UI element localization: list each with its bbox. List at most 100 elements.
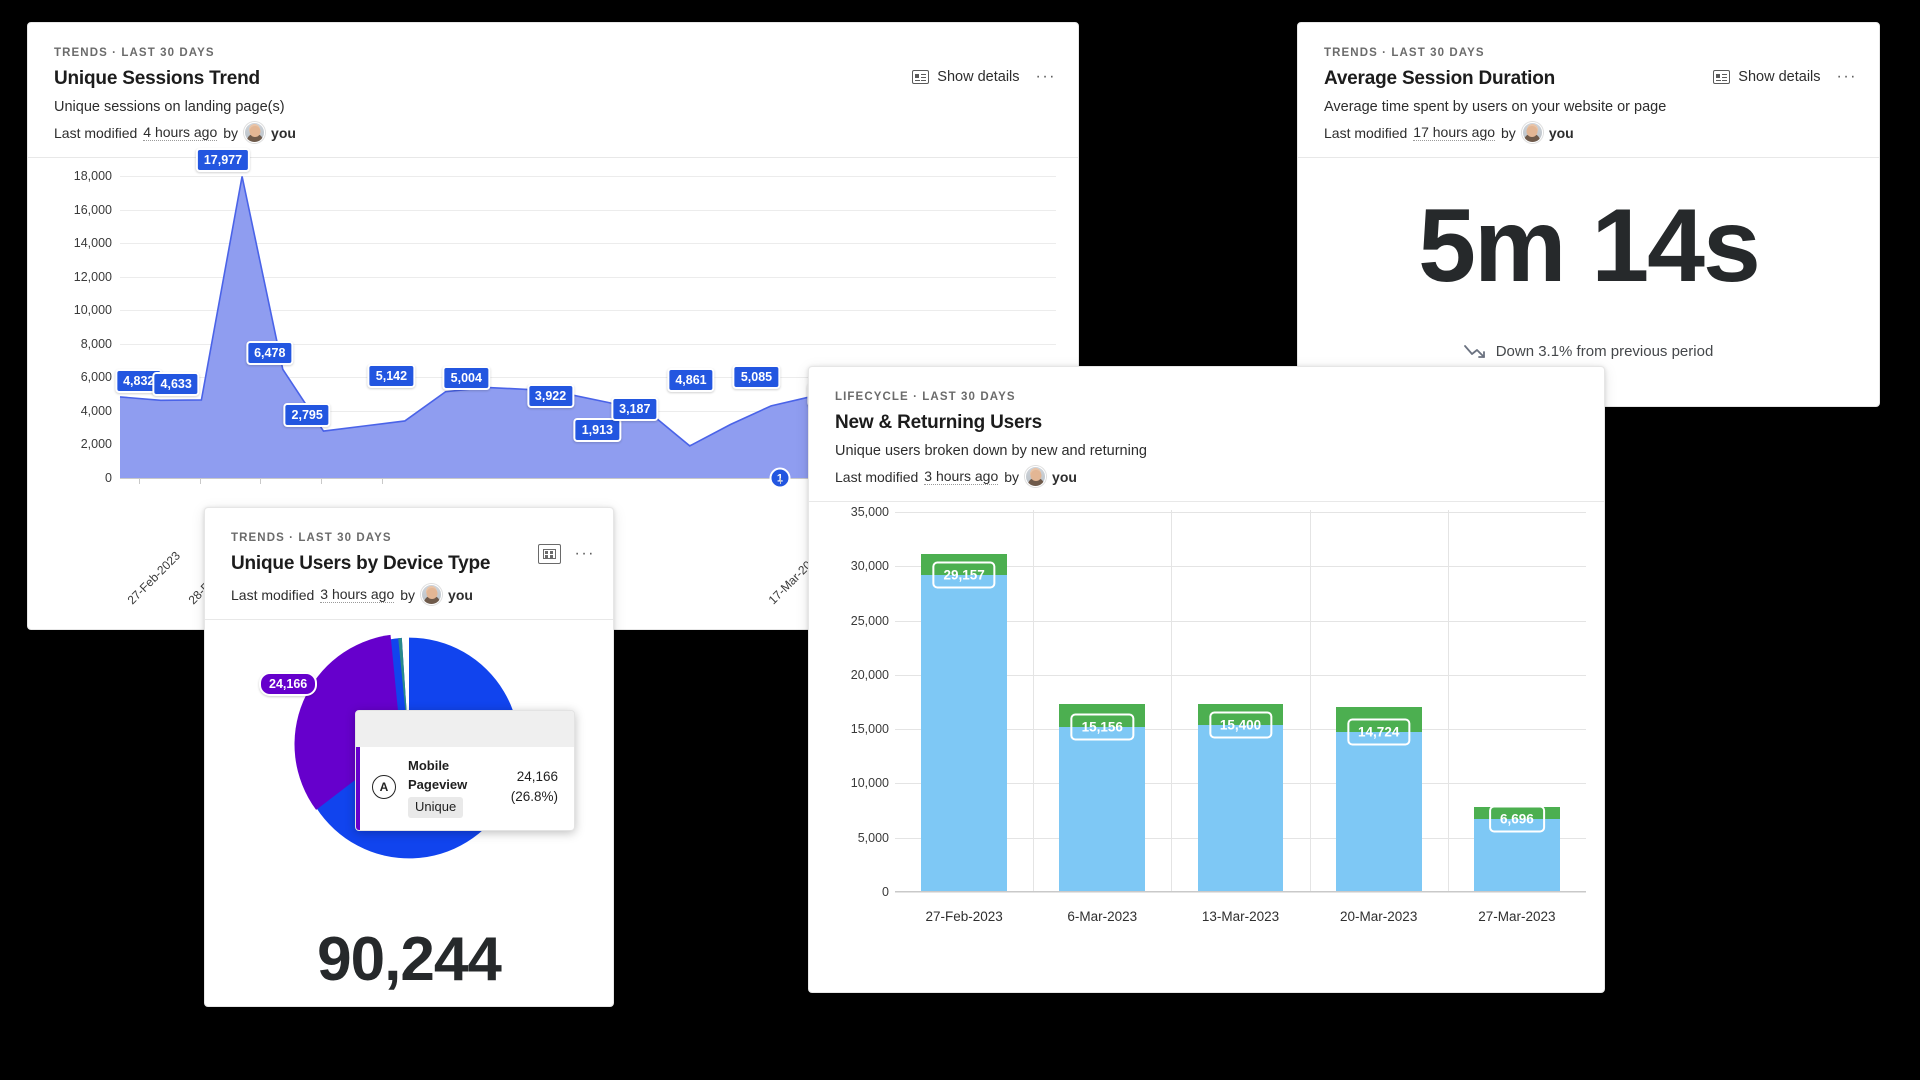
bar-data-label: 29,157 — [932, 561, 996, 589]
gridline — [895, 512, 1586, 513]
x-axis-tickmark — [382, 478, 384, 484]
x-axis-tickmark — [199, 478, 201, 484]
data-point-label: 6,478 — [246, 341, 294, 366]
card-header: TRENDS · LAST 30 DAYS Unique Sessions Tr… — [28, 23, 1078, 157]
bar-data-label: 6,696 — [1488, 805, 1545, 833]
trend-indicator: Down 3.1% from previous period — [1463, 343, 1714, 361]
show-details-button[interactable]: Show details — [1713, 69, 1821, 85]
x-axis-tick: 27-Feb-2023 — [925, 909, 1003, 924]
card-header-actions: Show details ··· — [1713, 69, 1857, 85]
card-new-and-returning-users[interactable]: LIFECYCLE · LAST 30 DAYS New & Returning… — [808, 366, 1605, 993]
data-point-label: 5,142 — [367, 363, 416, 388]
x-axis-tick: 20-Mar-2023 — [1340, 909, 1418, 924]
y-axis-tick: 30,000 — [850, 559, 889, 574]
new-returning-bar-chart[interactable]: 0 5,000 10,000 15,000 20,000 25,000 30,000 35,0… — [809, 502, 1604, 932]
x-axis-tick: 27-Mar-2023 — [1478, 909, 1556, 924]
tooltip-chip: Unique — [408, 796, 464, 818]
modified-user: you — [1548, 124, 1574, 141]
tooltip-header — [356, 711, 574, 747]
device-total-value: 90,244 — [317, 925, 502, 994]
avatar — [1521, 122, 1543, 143]
avatar — [421, 584, 443, 605]
modified-time: 4 hours ago — [143, 124, 218, 141]
card-header: LIFECYCLE · LAST 30 DAYS New & Returning… — [809, 367, 1604, 501]
bar-data-label: 15,400 — [1208, 711, 1273, 739]
bar-stack[interactable] — [921, 553, 1007, 892]
modified-user: you — [271, 124, 296, 141]
snapshot-image-icon[interactable] — [537, 544, 561, 564]
bar-segment-returning[interactable] — [1335, 732, 1422, 892]
last-modified: Last modified 3 hours ago by you — [835, 466, 1578, 487]
card-header: TRENDS · LAST 30 DAYS Unique Users by De… — [205, 508, 613, 619]
more-options-icon[interactable]: ··· — [1036, 69, 1056, 85]
show-details-label: Show details — [937, 69, 1020, 85]
data-point-label: 1,913 — [573, 417, 621, 442]
page-title: Unique Users by Device Type — [231, 553, 491, 574]
tooltip-percent: (26.8%) — [510, 789, 558, 805]
pie-data-label: 24,166 — [259, 672, 318, 696]
modified-time: 3 hours ago — [320, 586, 395, 603]
tooltip-value: 24,166 — [516, 769, 558, 785]
bar-segment-returning[interactable] — [1059, 727, 1146, 892]
modified-time: 3 hours ago — [924, 468, 999, 485]
bar-data-label: 15,156 — [1070, 713, 1134, 741]
tooltip-label: Mobile Pageview Unique — [408, 757, 467, 818]
x-axis-tickmark — [321, 478, 323, 484]
card-subtitle: Unique users broken down by new and retu… — [835, 443, 1147, 459]
x-axis-tick: 13-Mar-2023 — [1201, 909, 1280, 924]
data-point-label: 3,187 — [611, 396, 659, 421]
more-options-icon[interactable]: ··· — [575, 546, 595, 562]
device-pie-chart[interactable]: 24,166 A Mobile Pageview Unique 24,166 (… — [205, 620, 613, 920]
modified-time: 17 hours ago — [1413, 124, 1496, 141]
card-average-session-duration[interactable]: TRENDS · LAST 30 DAYS Average Session Du… — [1297, 22, 1880, 407]
tooltip-body: A Mobile Pageview Unique 24,166 (26.8%) — [356, 747, 574, 830]
avatar — [1025, 466, 1047, 487]
page-title: New & Returning Users — [835, 412, 1042, 433]
tooltip-line-1: Mobile — [408, 758, 450, 773]
card-eyebrow: TRENDS · LAST 30 DAYS — [54, 47, 215, 59]
details-panel-icon — [912, 70, 930, 84]
metric-body: 5m 14s Down 3.1% from previous period — [1298, 158, 1879, 360]
bar-segment-returning[interactable] — [1197, 724, 1284, 892]
bar-segment-returning[interactable] — [921, 575, 1007, 892]
data-point-label: 3,922 — [526, 384, 575, 409]
more-options-icon[interactable]: ··· — [1837, 69, 1857, 85]
show-details-label: Show details — [1738, 69, 1821, 85]
y-axis-tick: 0 — [882, 885, 889, 899]
vertical-gridline — [1447, 510, 1449, 892]
avatar — [244, 122, 266, 143]
trend-text: Down 3.1% from previous period — [1495, 343, 1714, 361]
data-point-label: 5,004 — [442, 366, 490, 391]
modified-by: by — [223, 124, 239, 141]
last-modified: Last modified 4 hours ago by you — [54, 122, 1052, 143]
card-unique-users-by-device-type[interactable]: TRENDS · LAST 30 DAYS Unique Users by De… — [204, 507, 614, 1007]
dashboard-canvas: TRENDS · LAST 30 DAYS Unique Sessions Tr… — [0, 0, 1920, 1080]
pie-tooltip: A Mobile Pageview Unique 24,166 (26.8%) — [355, 710, 575, 831]
modified-user: you — [1052, 468, 1077, 485]
tooltip-line-2: Pageview — [408, 776, 468, 792]
card-header-actions: Show details ··· — [912, 69, 1056, 85]
metric-value: 5m 14s — [1418, 188, 1761, 304]
modified-by: by — [1004, 468, 1020, 485]
y-axis-tick: 15,000 — [850, 722, 889, 737]
tooltip-marker-icon: A — [372, 775, 396, 800]
y-axis-tick: 5,000 — [857, 830, 889, 845]
data-point-label: 5,085 — [732, 364, 781, 389]
vertical-gridline — [1033, 510, 1035, 892]
x-axis-tickmark — [260, 478, 262, 484]
show-details-button[interactable]: Show details — [912, 69, 1020, 85]
gridline — [895, 892, 1586, 893]
card-subtitle: Unique sessions on landing page(s) — [54, 99, 285, 115]
card-eyebrow: TRENDS · LAST 30 DAYS — [231, 532, 392, 544]
vertical-gridline — [1171, 510, 1173, 892]
card-subtitle: Average time spent by users on your webs… — [1324, 99, 1667, 115]
tooltip-values: 24,166 (26.8%) — [511, 767, 558, 808]
modified-by: by — [1501, 124, 1516, 141]
card-eyebrow: TRENDS · LAST 30 DAYS — [1324, 47, 1485, 59]
data-point-label: 2,795 — [283, 403, 331, 428]
modified-user: you — [448, 586, 473, 603]
card-header: TRENDS · LAST 30 DAYS Average Session Du… — [1298, 23, 1879, 157]
y-axis-tick: 20,000 — [850, 667, 889, 682]
y-axis-tick: 35,000 — [850, 505, 889, 519]
x-axis-tickmark — [779, 478, 781, 484]
